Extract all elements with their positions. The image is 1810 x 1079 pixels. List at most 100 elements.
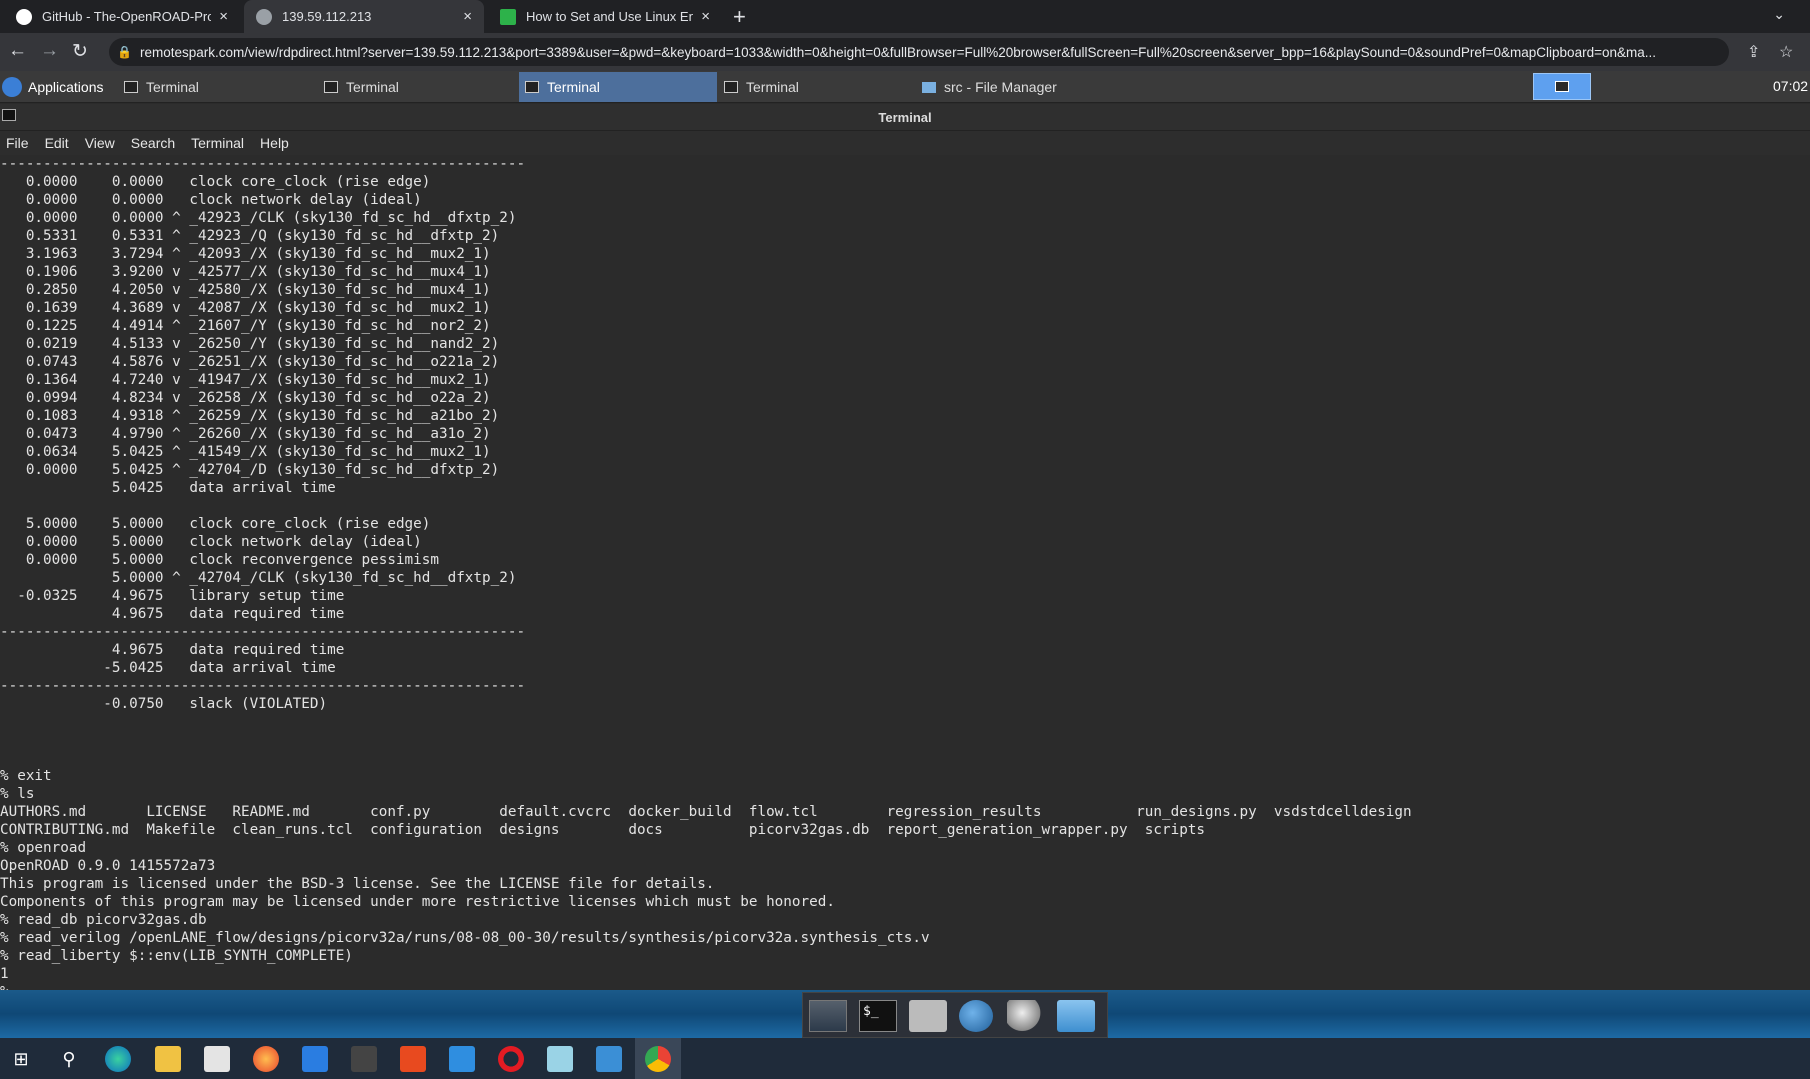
url-text: remotespark.com/view/rdpdirect.html?serv… <box>139 44 1656 60</box>
taskbar-item-terminal-2[interactable]: Terminal <box>318 72 514 102</box>
app-icon[interactable] <box>351 1046 377 1072</box>
file-explorer-icon[interactable] <box>155 1046 181 1072</box>
terminal-line: CONTRIBUTING.md Makefile clean_runs.tcl … <box>0 822 1206 838</box>
tab-title: 139.59.112.213 <box>282 9 372 24</box>
search-icon[interactable] <box>1007 1000 1045 1032</box>
terminal-icon <box>525 81 539 93</box>
mail-icon[interactable] <box>449 1046 475 1072</box>
web-browser-icon[interactable] <box>959 1000 993 1032</box>
terminal-line: 0.0000 5.0000 clock reconvergence pessim… <box>0 552 439 568</box>
tab-search-button[interactable]: ⌄ <box>1773 6 1785 23</box>
tab-github[interactable]: GitHub - The-OpenROAD-Project × <box>4 0 240 33</box>
tab-remote-desktop[interactable]: 139.59.112.213 × <box>244 0 484 33</box>
tab-close-button[interactable]: × <box>701 8 710 25</box>
address-bar[interactable]: 🔒 remotespark.com/view/rdpdirect.html?se… <box>109 38 1729 66</box>
terminal-line: % <box>0 983 1412 990</box>
taskbar-item-file-manager[interactable]: src - File Manager <box>916 72 1116 102</box>
terminal-line: 0.2850 4.2050 v _42580_/X (sky130_fd_sc_… <box>0 282 491 298</box>
terminal-icon[interactable]: $_ <box>859 1000 897 1032</box>
terminal-icon <box>324 81 338 93</box>
menu-file[interactable]: File <box>6 135 29 151</box>
share-icon[interactable]: ⇪ <box>1747 42 1760 62</box>
terminal-line: % ls <box>0 786 35 802</box>
terminal-line: ----------------------------------------… <box>0 624 526 640</box>
firefox-icon[interactable] <box>253 1046 279 1072</box>
terminal-line: OpenROAD 0.9.0 1415572a73 <box>0 858 216 874</box>
terminal-line: 0.0994 4.8234 v _26258_/X (sky130_fd_sc_… <box>0 390 491 406</box>
menu-help[interactable]: Help <box>260 135 289 151</box>
new-tab-button[interactable]: + <box>733 4 746 30</box>
terminal-icon <box>124 81 138 93</box>
workspace-switcher[interactable] <box>1533 73 1591 100</box>
desktop-icon[interactable] <box>809 1000 847 1032</box>
terminal-line: -0.0750 slack (VIOLATED) <box>0 696 328 712</box>
terminal-line: 0.0473 4.9790 ^ _26260_/X (sky130_fd_sc_… <box>0 426 491 442</box>
task-label: Terminal <box>547 79 600 95</box>
windows-start-icon[interactable]: ⊞ <box>8 1046 34 1072</box>
tab-close-button[interactable]: × <box>463 8 472 25</box>
menu-edit[interactable]: Edit <box>45 135 69 151</box>
taskbar-item-terminal-1[interactable]: Terminal <box>118 72 314 102</box>
panel-clock: 07:02 <box>1773 78 1809 94</box>
taskbar-item-terminal-4[interactable]: Terminal <box>718 72 914 102</box>
terminal-line: % read_verilog /openLANE_flow/designs/pi… <box>0 930 930 946</box>
browser-toolbar: ← → ↻ 🔒 remotespark.com/view/rdpdirect.h… <box>0 33 1810 71</box>
bookmark-star-icon[interactable]: ☆ <box>1779 42 1793 62</box>
terminal-line: 0.0000 5.0425 ^ _42704_/D (sky130_fd_sc_… <box>0 462 500 478</box>
folder-icon[interactable] <box>1057 1000 1095 1032</box>
terminal-output[interactable]: ----------------------------------------… <box>0 155 1810 990</box>
terminal-line: 0.5331 0.5331 ^ _42923_/Q (sky130_fd_sc_… <box>0 228 500 244</box>
terminal-line: ----------------------------------------… <box>0 156 526 172</box>
window-title: Terminal <box>878 110 932 125</box>
terminal-icon <box>1555 81 1569 92</box>
menu-search[interactable]: Search <box>131 135 175 151</box>
taskbar-item-terminal-3[interactable]: Terminal <box>519 72 717 102</box>
task-label: Terminal <box>746 79 799 95</box>
xfce-panel: Applications Terminal Terminal Terminal … <box>0 71 1810 103</box>
terminal-line: This program is licensed under the BSD-3… <box>0 876 715 892</box>
browser-tab-strip: GitHub - The-OpenROAD-Project × 139.59.1… <box>0 0 1810 33</box>
notes-icon[interactable] <box>547 1046 573 1072</box>
lock-icon: 🔒 <box>117 45 132 59</box>
opera-icon[interactable] <box>498 1046 524 1072</box>
tab-linux-env[interactable]: How to Set and Use Linux Enviro × <box>488 0 722 33</box>
photos-icon[interactable] <box>596 1046 622 1072</box>
reload-button[interactable]: ↻ <box>72 40 88 63</box>
terminal-line: 0.0000 0.0000 clock core_clock (rise edg… <box>0 174 431 190</box>
terminal-line: ----------------------------------------… <box>0 678 526 694</box>
forward-button[interactable]: → <box>40 40 59 62</box>
store-icon[interactable] <box>204 1046 230 1072</box>
task-label: Terminal <box>346 79 399 95</box>
office-icon[interactable] <box>400 1046 426 1072</box>
tab-close-button[interactable]: × <box>219 8 228 25</box>
terminal-menubar: File Edit View Search Terminal Help <box>0 131 1810 155</box>
menu-view[interactable]: View <box>85 135 115 151</box>
globe-icon <box>256 8 272 25</box>
edge-icon[interactable] <box>105 1046 131 1072</box>
task-label: src - File Manager <box>944 79 1057 95</box>
window-titlebar[interactable]: Terminal <box>0 104 1810 131</box>
chrome-icon[interactable] <box>645 1046 671 1072</box>
applications-label: Applications <box>28 79 104 95</box>
dropbox-icon[interactable] <box>302 1046 328 1072</box>
terminal-line: 0.1639 4.3689 v _42087_/X (sky130_fd_sc_… <box>0 300 491 316</box>
xfce-dock: $_ <box>802 992 1108 1038</box>
menu-terminal[interactable]: Terminal <box>191 135 244 151</box>
home-folder-icon[interactable] <box>909 1000 947 1032</box>
search-icon[interactable]: ⚲ <box>56 1046 82 1072</box>
terminal-line: AUTHORS.md LICENSE README.md conf.py def… <box>0 804 1412 820</box>
terminal-line: 1 <box>0 966 9 982</box>
terminal-line: % read_db picorv32gas.db <box>0 912 207 928</box>
terminal-line: % read_liberty $::env(LIB_SYNTH_COMPLETE… <box>0 948 353 964</box>
applications-menu[interactable]: Applications <box>0 71 104 103</box>
back-button[interactable]: ← <box>8 40 27 62</box>
xfce-mouse-icon <box>2 77 22 97</box>
terminal-line: 3.1963 3.7294 ^ _42093_/X (sky130_fd_sc_… <box>0 246 491 262</box>
terminal-line: 0.1225 4.4914 ^ _21607_/Y (sky130_fd_sc_… <box>0 318 491 334</box>
terminal-line: 0.0743 4.5876 v _26251_/X (sky130_fd_sc_… <box>0 354 500 370</box>
terminal-icon <box>724 81 738 93</box>
terminal-line: 0.0000 0.0000 ^ _42923_/CLK (sky130_fd_s… <box>0 210 517 226</box>
